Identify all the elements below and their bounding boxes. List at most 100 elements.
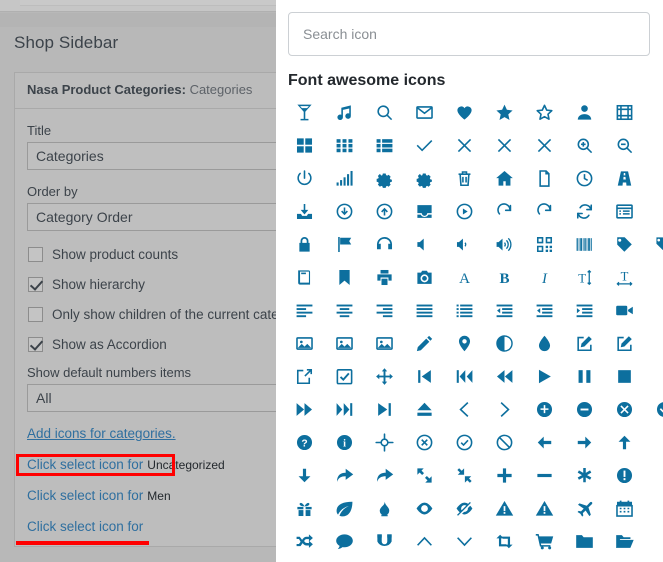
- select-icon-link-men[interactable]: Click select icon for: [27, 488, 143, 503]
- shopping-cart-icon[interactable]: [524, 525, 564, 558]
- exclamation-triangle-icon[interactable]: [484, 492, 524, 525]
- checkbox-only-show-children[interactable]: [28, 306, 43, 322]
- fast-forward-icon[interactable]: [324, 393, 364, 426]
- headphones-icon[interactable]: [364, 228, 404, 261]
- plus-icon[interactable]: [484, 459, 524, 492]
- photo-icon[interactable]: [364, 327, 404, 360]
- remove-icon[interactable]: [524, 129, 564, 162]
- print-icon[interactable]: [364, 261, 404, 294]
- file-o-icon[interactable]: [524, 162, 564, 195]
- asterisk-icon[interactable]: [564, 459, 604, 492]
- ban-icon[interactable]: [484, 426, 524, 459]
- fire-icon[interactable]: [364, 492, 404, 525]
- minus-icon[interactable]: [524, 459, 564, 492]
- indent-icon[interactable]: [564, 294, 604, 327]
- search-input[interactable]: [288, 12, 650, 56]
- check-icon[interactable]: [404, 129, 444, 162]
- glass-icon[interactable]: [284, 96, 324, 129]
- comment-icon[interactable]: [324, 525, 364, 558]
- checkbox-row-show-hierarchy[interactable]: Show hierarchy: [28, 269, 276, 299]
- search-plus-icon[interactable]: [564, 129, 604, 162]
- play-icon[interactable]: [524, 360, 564, 393]
- align-justify-icon[interactable]: [404, 294, 444, 327]
- play-circle-o-icon[interactable]: [444, 195, 484, 228]
- heart-icon[interactable]: [444, 96, 484, 129]
- eye-slash-icon[interactable]: [444, 492, 484, 525]
- align-center-icon[interactable]: [324, 294, 364, 327]
- star-icon[interactable]: [484, 96, 524, 129]
- select-icon-link-uncategorized[interactable]: Click select icon for: [27, 457, 143, 472]
- expand-icon[interactable]: [404, 459, 444, 492]
- default-numbers-select[interactable]: [27, 384, 276, 412]
- inbox-icon[interactable]: [404, 195, 444, 228]
- tags-icon[interactable]: [644, 228, 663, 261]
- star-o-icon[interactable]: [524, 96, 564, 129]
- question-circle-icon[interactable]: ?: [284, 426, 324, 459]
- check-square-o-icon[interactable]: [324, 360, 364, 393]
- pencil-icon[interactable]: [404, 327, 444, 360]
- arrow-up-icon[interactable]: [604, 426, 644, 459]
- chevron-up-icon[interactable]: [404, 525, 444, 558]
- tag-icon[interactable]: [604, 228, 644, 261]
- th-list-icon[interactable]: [364, 129, 404, 162]
- barcode-icon[interactable]: [564, 228, 604, 261]
- edit-icon[interactable]: [564, 327, 604, 360]
- fast-backward-icon[interactable]: [444, 360, 484, 393]
- book-icon[interactable]: [284, 261, 324, 294]
- checkbox-show-hierarchy[interactable]: [28, 276, 43, 292]
- arrow-circle-o-down-icon[interactable]: [324, 195, 364, 228]
- trash-o-icon[interactable]: [444, 162, 484, 195]
- video-camera-icon[interactable]: [604, 294, 644, 327]
- clock-o-icon[interactable]: [564, 162, 604, 195]
- signal-icon[interactable]: [324, 162, 364, 195]
- home-icon[interactable]: [484, 162, 524, 195]
- dedent-icon[interactable]: [484, 294, 524, 327]
- times-circle-o-icon[interactable]: [404, 426, 444, 459]
- font-icon[interactable]: A: [444, 261, 484, 294]
- lock-icon[interactable]: [284, 228, 324, 261]
- italic-icon[interactable]: I: [524, 261, 564, 294]
- arrow-right-icon[interactable]: [564, 426, 604, 459]
- magnet-icon[interactable]: [364, 525, 404, 558]
- cog-icon[interactable]: [364, 162, 404, 195]
- image-icon[interactable]: [324, 327, 364, 360]
- align-right-icon[interactable]: [364, 294, 404, 327]
- align-left-icon[interactable]: [284, 294, 324, 327]
- plus-circle-icon[interactable]: [524, 393, 564, 426]
- th-icon[interactable]: [324, 129, 364, 162]
- qrcode-icon[interactable]: [524, 228, 564, 261]
- tint-icon[interactable]: [524, 327, 564, 360]
- backward-icon[interactable]: [484, 360, 524, 393]
- checkbox-row-only-show-children[interactable]: Only show children of the current catego…: [28, 299, 276, 329]
- share-icon[interactable]: [324, 459, 364, 492]
- checkbox-row-show-as-accordion[interactable]: Show as Accordion: [28, 329, 276, 359]
- share-square-o-icon[interactable]: [284, 360, 324, 393]
- eject-icon[interactable]: [404, 393, 444, 426]
- map-marker-icon[interactable]: [444, 327, 484, 360]
- adjust-icon[interactable]: [484, 327, 524, 360]
- picture-o-icon[interactable]: [284, 327, 324, 360]
- pencil-square-o-icon[interactable]: [604, 327, 644, 360]
- arrow-circle-o-up-icon[interactable]: [364, 195, 404, 228]
- checkbox-show-as-accordion[interactable]: [28, 336, 43, 352]
- repeat-icon[interactable]: [484, 195, 524, 228]
- road-icon[interactable]: [604, 162, 644, 195]
- check-circle-o-icon[interactable]: [444, 426, 484, 459]
- rotate-right-icon[interactable]: [524, 195, 564, 228]
- volume-off-icon[interactable]: [404, 228, 444, 261]
- film-icon[interactable]: [604, 96, 644, 129]
- check-circle-icon[interactable]: [644, 393, 663, 426]
- eye-icon[interactable]: [404, 492, 444, 525]
- bold-icon[interactable]: B: [484, 261, 524, 294]
- outdent-icon[interactable]: [524, 294, 564, 327]
- refresh-icon[interactable]: [564, 195, 604, 228]
- calendar-icon[interactable]: [604, 492, 644, 525]
- arrows-icon[interactable]: [364, 360, 404, 393]
- volume-up-icon[interactable]: [484, 228, 524, 261]
- step-forward-icon[interactable]: [364, 393, 404, 426]
- envelope-o-icon[interactable]: [404, 96, 444, 129]
- compress-icon[interactable]: [444, 459, 484, 492]
- text-height-icon[interactable]: T: [564, 261, 604, 294]
- checkbox-show-product-counts[interactable]: [28, 246, 43, 262]
- forward-icon[interactable]: [284, 393, 324, 426]
